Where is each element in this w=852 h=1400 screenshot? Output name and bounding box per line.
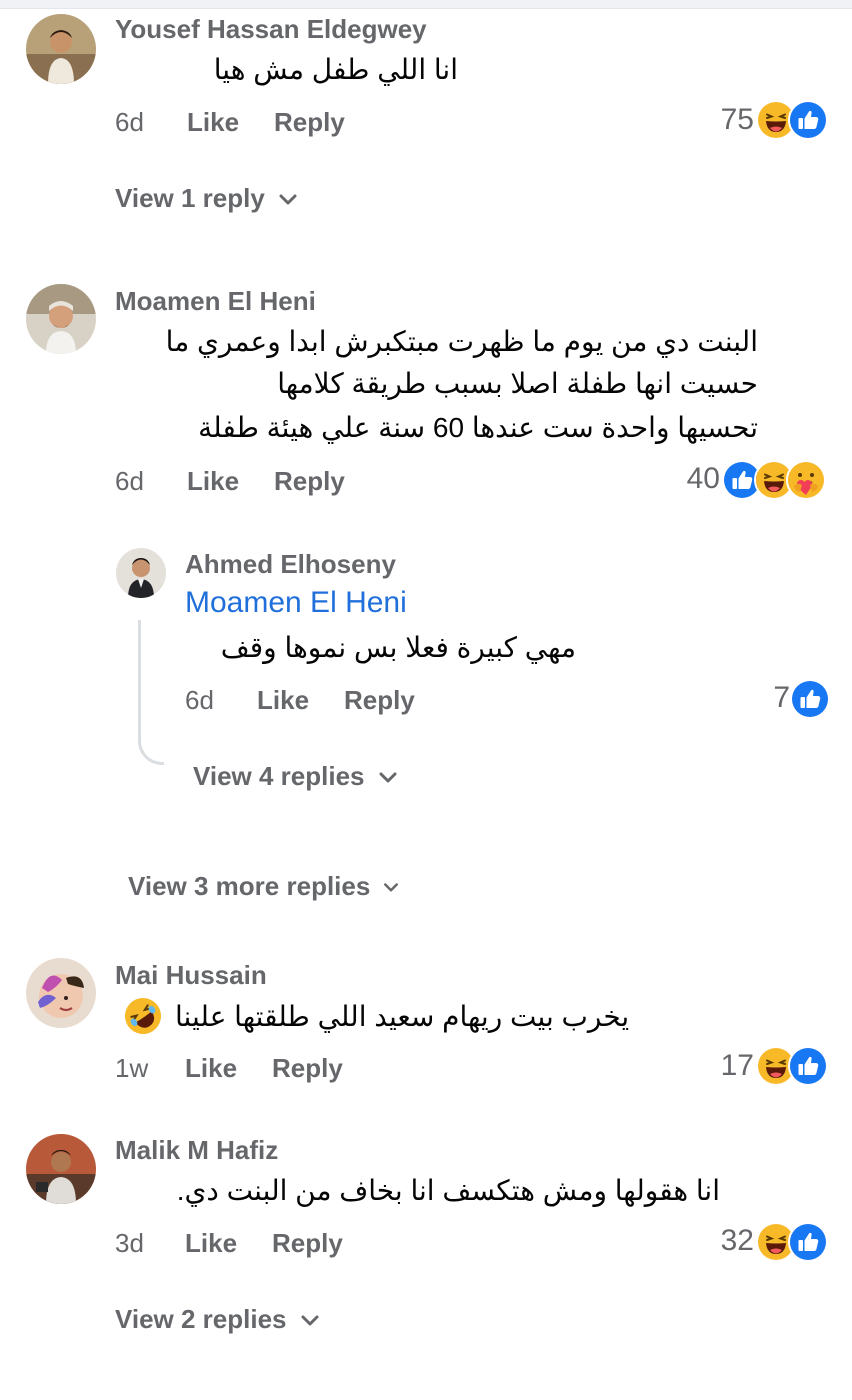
view-replies-label: View 2 replies: [115, 1304, 287, 1334]
mention-tag[interactable]: Moamen El Heni: [185, 586, 407, 620]
reply-button[interactable]: Reply: [344, 685, 415, 716]
reply-button[interactable]: Reply: [274, 107, 345, 138]
reaction-count[interactable]: 40: [687, 462, 720, 496]
like-button[interactable]: Like: [185, 1053, 237, 1084]
like-icon: [790, 679, 830, 719]
comment-timestamp[interactable]: 6d: [115, 107, 144, 138]
like-icon: [788, 100, 828, 140]
reaction-icons[interactable]: [756, 1046, 828, 1086]
view-replies-link[interactable]: View 2 replies: [115, 1304, 321, 1335]
comment-author[interactable]: Ahmed Elhoseny: [185, 549, 396, 580]
comment-timestamp[interactable]: 3d: [115, 1228, 144, 1259]
reaction-count[interactable]: 32: [721, 1224, 754, 1258]
comment-text-line: البنت دي من يوم ما ظهرت مبتكبرش ابدا وعم…: [165, 326, 758, 357]
rofl-emoji: [123, 996, 163, 1036]
avatar[interactable]: [26, 14, 96, 84]
reaction-icons[interactable]: [756, 1222, 828, 1262]
reply-button[interactable]: Reply: [274, 466, 345, 497]
like-button[interactable]: Like: [185, 1228, 237, 1259]
view-more-replies-label: View 3 more replies: [128, 871, 371, 901]
like-button[interactable]: Like: [187, 107, 239, 138]
reaction-icons[interactable]: [756, 100, 828, 140]
chevron-down-icon: [382, 878, 400, 896]
avatar[interactable]: [26, 958, 96, 1028]
reaction-count[interactable]: 17: [721, 1049, 754, 1083]
thread-connector: [138, 620, 164, 765]
top-divider: [0, 0, 852, 9]
comment-text: انا هقولها ومش هتكسف انا بخاف من البنت د…: [176, 1175, 720, 1206]
comment-timestamp[interactable]: 6d: [115, 466, 144, 497]
comment-author[interactable]: Malik M Hafiz: [115, 1135, 278, 1166]
avatar[interactable]: [26, 1134, 96, 1204]
reaction-icons[interactable]: [790, 679, 830, 719]
comment-timestamp[interactable]: 6d: [185, 685, 214, 716]
care-icon: [786, 460, 826, 500]
comment-author[interactable]: Moamen El Heni: [115, 286, 316, 317]
reaction-count[interactable]: 7: [773, 681, 790, 715]
view-replies-label: View 4 replies: [193, 761, 365, 791]
comment-text-row: يخرب بيت ريهام سعيد اللي طلقتها علينا: [115, 996, 629, 1036]
like-button[interactable]: Like: [187, 466, 239, 497]
chevron-down-icon: [377, 766, 399, 788]
avatar[interactable]: [116, 548, 166, 598]
reply-button[interactable]: Reply: [272, 1228, 343, 1259]
view-replies-link[interactable]: View 4 replies: [193, 761, 399, 792]
comment-text: مهي كبيرة فعلا بس نموها وقف: [220, 632, 576, 663]
comment-timestamp[interactable]: 1w: [115, 1053, 148, 1084]
view-more-replies-link[interactable]: View 3 more replies: [128, 871, 400, 902]
like-button[interactable]: Like: [257, 685, 309, 716]
reaction-count[interactable]: 75: [721, 103, 754, 137]
comment-text: انا اللي طفل مش هيا: [213, 54, 458, 85]
comment-author[interactable]: Yousef Hassan Eldegwey: [115, 14, 427, 45]
like-icon: [788, 1046, 828, 1086]
comment-text-line: تحسيها واحدة ست عندها 60 سنة علي هيئة طف…: [198, 412, 758, 443]
reply-button[interactable]: Reply: [272, 1053, 343, 1084]
comment-text-line: حسيت انها طفلة اصلا بسبب طريقة كلامها: [277, 368, 758, 399]
chevron-down-icon: [277, 188, 299, 210]
view-replies-link[interactable]: View 1 reply: [115, 183, 299, 214]
reaction-icons[interactable]: [722, 460, 826, 500]
like-icon: [788, 1222, 828, 1262]
comment-text: يخرب بيت ريهام سعيد اللي طلقتها علينا: [175, 1000, 630, 1032]
avatar[interactable]: [26, 284, 96, 354]
chevron-down-icon: [299, 1309, 321, 1331]
view-replies-label: View 1 reply: [115, 183, 265, 213]
comment-author[interactable]: Mai Hussain: [115, 960, 267, 991]
